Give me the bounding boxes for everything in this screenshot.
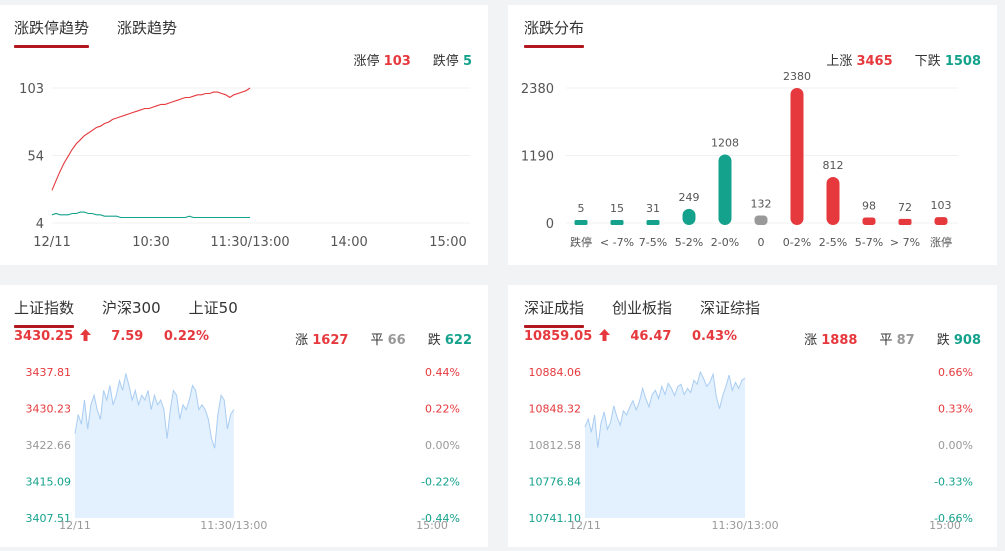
x-category-label: 5-7% bbox=[855, 236, 883, 249]
y-tick-label: 0 bbox=[546, 217, 554, 232]
y-pct-tick-label: 0.66% bbox=[938, 366, 973, 379]
x-tick-label: 12/11 bbox=[569, 519, 601, 532]
distribution-panel: 涨跌分布 上涨 3465 下跌 1508 2380 1190 0 5 跌停 15 < -7%… bbox=[508, 5, 997, 265]
y-tick-label: 10812.58 bbox=[529, 439, 582, 452]
bar-value-label: 72 bbox=[898, 201, 912, 214]
x-tick-label: 10:30 bbox=[132, 235, 169, 250]
y-tick-label: 3415.09 bbox=[26, 476, 72, 489]
bar-value-label: 1208 bbox=[711, 136, 739, 149]
bar-value-label: 5 bbox=[578, 202, 585, 215]
x-category-label: 2-5% bbox=[819, 236, 847, 249]
y-tick-label: 2380 bbox=[521, 82, 554, 97]
bar bbox=[682, 208, 696, 225]
x-category-label: < -7% bbox=[600, 236, 634, 249]
x-tick-label: 11:30/13:00 bbox=[200, 519, 267, 532]
x-tick-label: 15:00 bbox=[429, 235, 466, 250]
bar bbox=[826, 176, 840, 225]
y-tick-label: 3430.23 bbox=[26, 403, 72, 416]
bar bbox=[646, 220, 660, 225]
bar-value-label: 249 bbox=[679, 191, 700, 204]
x-category-label: > 7% bbox=[890, 236, 920, 249]
bar bbox=[862, 217, 876, 225]
sh-index-panel: 上证指数 沪深300 上证50 3430.25 7.59 0.22% 涨 162… bbox=[0, 285, 488, 547]
distribution-chart: 2380 1190 0 5 跌停 15 < -7% 31 7-5% 249 5-2% 1208 2-0%… bbox=[521, 70, 958, 249]
bar bbox=[898, 218, 912, 225]
sz-index-chart: 10884.06 0.66% 10848.32 0.33% 10812.58 0.00% 1… bbox=[529, 366, 974, 532]
x-category-label: 0 bbox=[758, 236, 765, 249]
x-category-label: 2-0% bbox=[711, 236, 739, 249]
y-pct-tick-label: 0.00% bbox=[938, 439, 973, 452]
y-pct-tick-label: 0.33% bbox=[938, 403, 973, 416]
x-tick-label: 14:00 bbox=[330, 235, 367, 250]
bar bbox=[754, 215, 768, 225]
y-tick-label: 3437.81 bbox=[26, 366, 72, 379]
bar-value-label: 132 bbox=[751, 198, 772, 211]
limit-trend-panel: 涨跌停趋势 涨跌趋势 涨停 103 跌停 5 103 54 4 12/11 10:30 1… bbox=[0, 5, 488, 265]
x-tick-label: 11:30/13:00 bbox=[712, 519, 779, 532]
x-tick-label: 12/11 bbox=[59, 519, 91, 532]
y-tick-label: 4 bbox=[36, 217, 44, 232]
limit-up-series-line bbox=[51, 87, 251, 191]
x-category-label: 0-2% bbox=[783, 236, 811, 249]
y-pct-tick-label: 0.00% bbox=[425, 439, 460, 452]
x-tick-label: 15:00 bbox=[416, 519, 448, 532]
y-pct-tick-label: -0.22% bbox=[421, 476, 460, 489]
x-tick-label: 12/11 bbox=[33, 235, 70, 250]
bar bbox=[610, 220, 624, 225]
x-category-label: 7-5% bbox=[639, 236, 667, 249]
y-tick-label: 10884.06 bbox=[529, 366, 582, 379]
bar bbox=[574, 220, 588, 225]
bar bbox=[934, 217, 948, 225]
bar bbox=[790, 88, 804, 225]
x-tick-label: 15:00 bbox=[929, 519, 961, 532]
bar-value-label: 98 bbox=[862, 199, 876, 212]
y-pct-tick-label: -0.33% bbox=[934, 476, 973, 489]
y-tick-label: 54 bbox=[27, 150, 44, 165]
x-category-label: 跌停 bbox=[570, 235, 592, 249]
y-tick-label: 10776.84 bbox=[529, 476, 582, 489]
bar-value-label: 103 bbox=[931, 199, 952, 212]
bar-value-label: 31 bbox=[646, 202, 660, 215]
y-tick-label: 10848.32 bbox=[529, 403, 582, 416]
sz-index-panel: 深证成指 创业板指 深证综指 10859.05 46.47 0.43% 涨 18… bbox=[508, 285, 997, 547]
y-pct-tick-label: 0.44% bbox=[425, 366, 460, 379]
y-tick-label: 1190 bbox=[521, 150, 554, 165]
sh-index-chart: 3437.81 0.44% 3430.23 0.22% 3422.66 0.00% 3415… bbox=[26, 366, 461, 532]
bar bbox=[718, 154, 732, 225]
bar-value-label: 2380 bbox=[783, 70, 811, 83]
bar-value-label: 812 bbox=[823, 159, 844, 172]
x-tick-label: 11:30/13:00 bbox=[210, 235, 289, 250]
y-tick-label: 103 bbox=[19, 82, 44, 97]
y-tick-label: 3422.66 bbox=[26, 439, 72, 452]
x-category-label: 涨停 bbox=[930, 235, 952, 249]
x-category-label: 5-2% bbox=[675, 236, 703, 249]
bar-value-label: 15 bbox=[610, 202, 624, 215]
limit-trend-chart: 103 54 4 12/11 10:30 11:30/13:00 14:00 15:00 bbox=[19, 82, 470, 250]
y-pct-tick-label: 0.22% bbox=[425, 403, 460, 416]
limit-down-series-line bbox=[51, 211, 250, 219]
